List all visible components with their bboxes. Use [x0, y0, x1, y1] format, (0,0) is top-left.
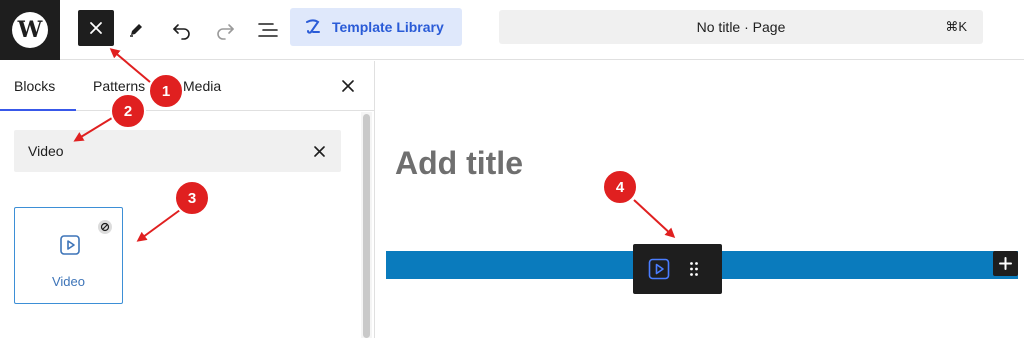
close-icon: [90, 22, 102, 34]
drag-handle-icon[interactable]: [689, 261, 699, 277]
scrollbar-thumb[interactable]: [363, 114, 370, 338]
video-block-type-icon[interactable]: [647, 257, 671, 281]
redo-button[interactable]: [207, 12, 243, 48]
editor-canvas: Add title: [376, 61, 1024, 338]
video-icon: [60, 235, 80, 255]
redo-icon: [217, 24, 234, 40]
template-library-button[interactable]: Template Library: [290, 8, 462, 46]
tab-patterns[interactable]: Patterns: [93, 78, 145, 94]
document-overview-button[interactable]: [250, 12, 286, 48]
undo-icon: [173, 24, 190, 40]
post-title-placeholder[interactable]: Add title: [395, 145, 523, 182]
template-library-label: Template Library: [332, 19, 444, 35]
block-search-input[interactable]: Video: [14, 130, 341, 172]
document-title: No title · Page: [696, 19, 786, 35]
plus-icon: [999, 257, 1012, 270]
wordpress-logo-letter: W: [17, 17, 43, 43]
wordpress-logo-mark: W: [12, 12, 48, 48]
sidebar-scrollbar[interactable]: [361, 112, 372, 338]
block-toolbar: [633, 244, 722, 294]
block-inserter-panel: Blocks Patterns Media Video Video: [0, 61, 375, 338]
close-block-inserter-button[interactable]: [78, 10, 114, 46]
list-view-icon: [258, 23, 278, 37]
wordpress-logo[interactable]: W: [0, 0, 60, 60]
search-value: Video: [28, 143, 64, 159]
close-icon: [342, 80, 354, 92]
tab-media[interactable]: Media: [183, 78, 221, 94]
block-badge-icon: [98, 220, 112, 234]
close-inserter-button[interactable]: [338, 76, 358, 96]
video-block-item[interactable]: Video: [14, 207, 123, 304]
close-icon: [313, 145, 325, 157]
template-library-icon: [306, 19, 320, 34]
inserter-tabs: Blocks Patterns Media: [0, 61, 375, 111]
tools-button[interactable]: [118, 12, 154, 48]
editor-top-bar: W Template Library No title · Page ⌘K: [0, 0, 1024, 60]
command-palette-bar[interactable]: No title · Page ⌘K: [499, 10, 983, 44]
tab-blocks[interactable]: Blocks: [14, 78, 55, 94]
undo-button[interactable]: [164, 12, 200, 48]
pencil-icon: [130, 24, 142, 37]
add-block-button[interactable]: [993, 251, 1018, 276]
video-block-label: Video: [51, 274, 85, 289]
active-tab-indicator: [0, 109, 76, 111]
clear-search-button[interactable]: [311, 143, 327, 159]
command-shortcut: ⌘K: [945, 19, 967, 34]
